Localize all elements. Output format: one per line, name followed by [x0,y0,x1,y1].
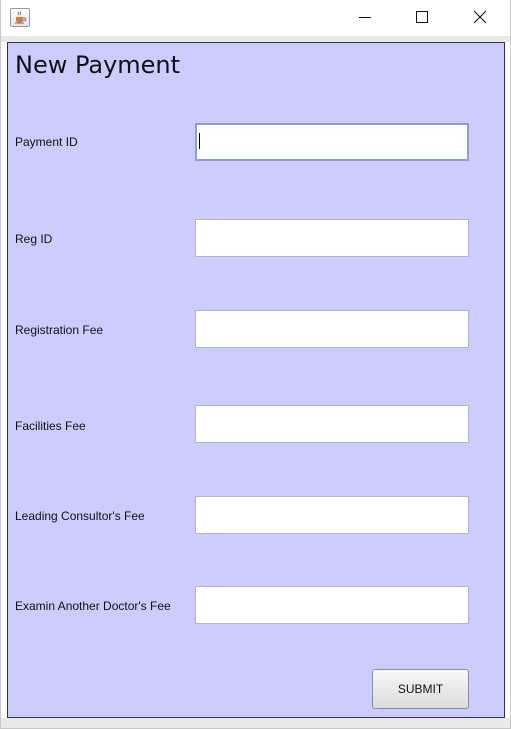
payment-id-input[interactable] [195,123,469,161]
page-title: New Payment [15,51,181,79]
leading-consultor-fee-input[interactable] [195,496,469,534]
title-bar[interactable] [1,0,510,36]
window-frame-bottom [1,718,510,728]
payment-form-panel: New Payment Payment ID Reg ID Registrati… [7,42,505,718]
facilities-fee-input[interactable] [195,405,469,443]
reg-id-label: Reg ID [15,232,53,246]
leading-consultor-fee-label: Leading Consultor's Fee [15,509,145,523]
registration-fee-label: Registration Fee [15,323,104,337]
examin-another-doctor-fee-label: Examin Another Doctor's Fee [15,599,171,613]
payment-id-label: Payment ID [15,135,78,149]
maximize-icon [416,11,428,23]
minimize-button[interactable] [342,0,388,36]
minimize-icon [359,17,371,18]
close-icon [473,10,487,24]
submit-button[interactable]: SUBMIT [372,669,469,709]
registration-fee-input[interactable] [195,310,469,348]
java-cup-icon[interactable] [10,8,30,27]
application-window: New Payment Payment ID Reg ID Registrati… [0,0,511,729]
close-button[interactable] [456,0,502,36]
facilities-fee-label: Facilities Fee [15,419,86,433]
maximize-button[interactable] [398,0,444,36]
reg-id-input[interactable] [195,219,469,257]
text-caret [199,133,200,149]
examin-another-doctor-fee-input[interactable] [195,586,469,624]
